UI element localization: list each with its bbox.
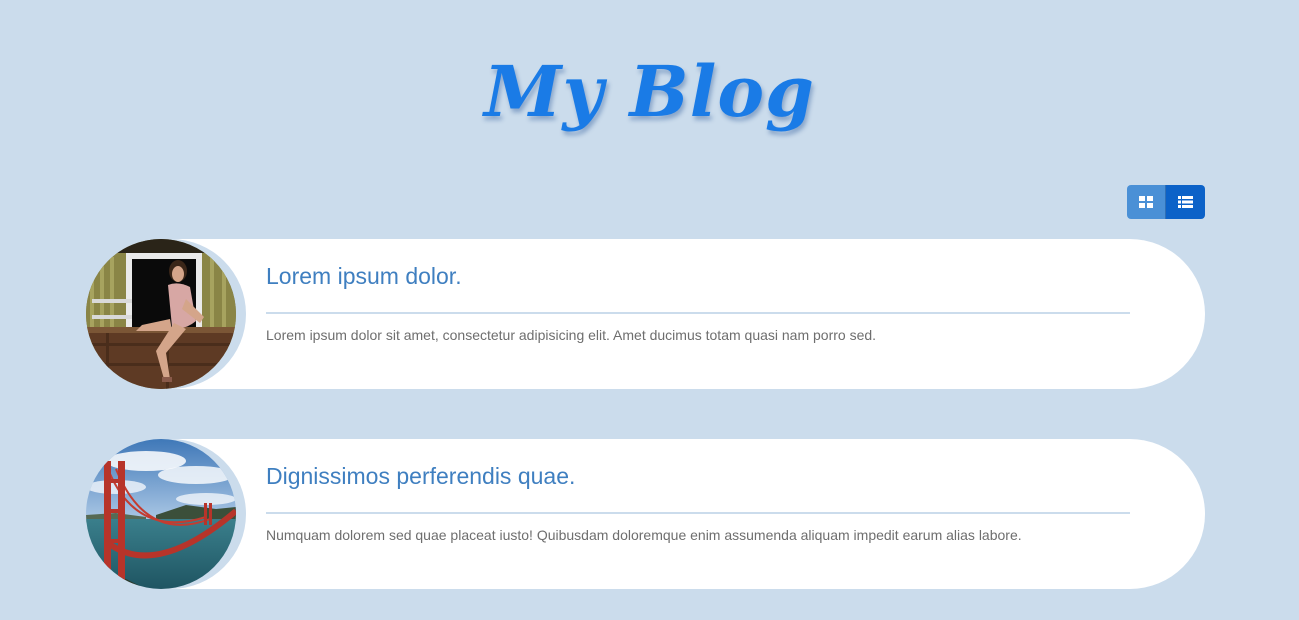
post-thumbnail[interactable] [86,439,236,589]
view-toggle [1127,185,1205,219]
post-divider [266,312,1130,314]
post-card-body [160,439,1205,589]
post-excerpt: Numquam dolorem sed quae placeat iusto! … [266,527,1022,543]
list-view-button[interactable] [1166,185,1205,219]
woman-sitting-in-window-photo [86,239,236,389]
site-title: My Blog [484,50,815,133]
post-card-body [160,239,1205,389]
post-title[interactable]: Dignissimos perferendis quae. [266,463,575,490]
post-card[interactable]: Lorem ipsum dolor. Lorem ipsum dolor sit… [86,239,1205,389]
post-excerpt: Lorem ipsum dolor sit amet, consectetur … [266,327,877,343]
post-thumbnail[interactable] [86,239,236,389]
post-card[interactable]: Dignissimos perferendis quae. Numquam do… [86,439,1205,589]
list-icon [1178,196,1193,208]
grid-view-button[interactable] [1127,185,1166,219]
grid-icon [1139,196,1153,208]
post-divider [266,512,1130,514]
post-title[interactable]: Lorem ipsum dolor. [266,263,462,290]
golden-gate-bridge-photo [86,439,236,589]
